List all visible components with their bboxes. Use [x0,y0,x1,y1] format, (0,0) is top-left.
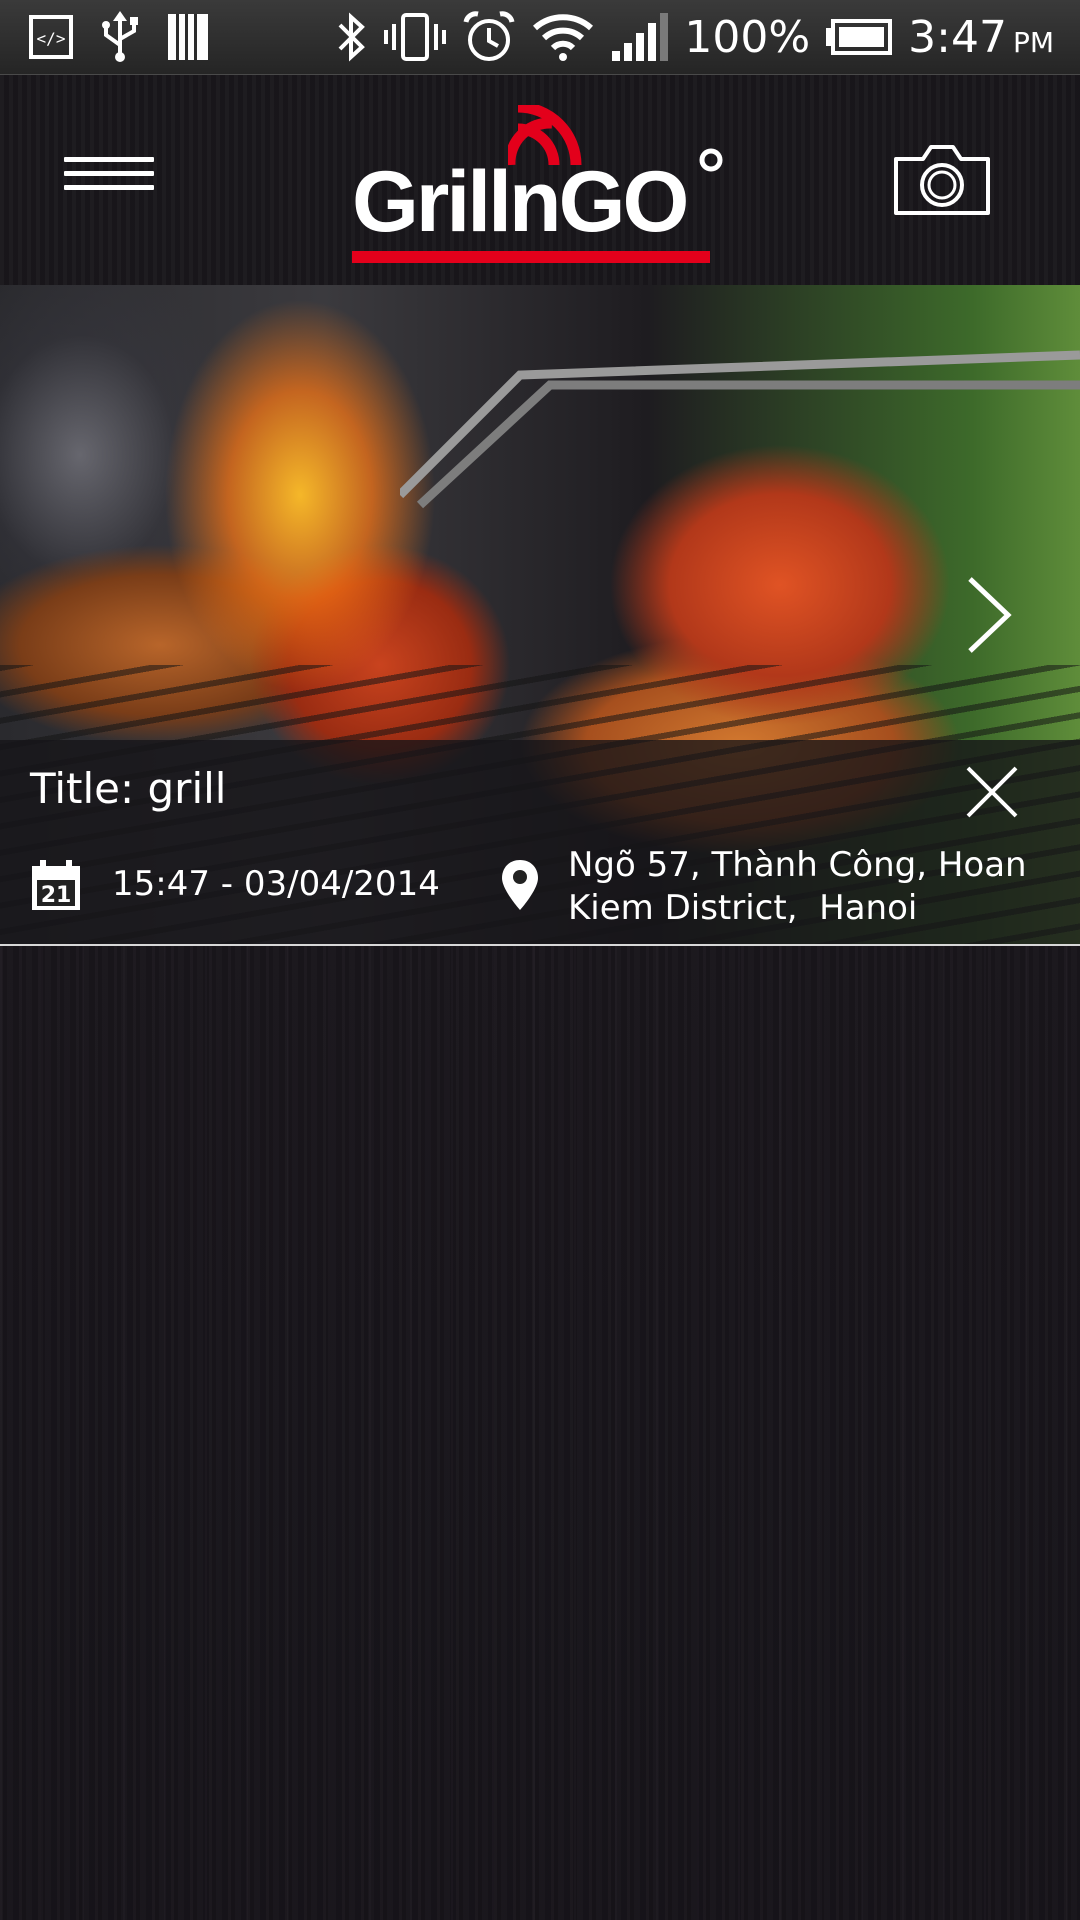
post-info-panel: Title: grill 21 15:47 - 03/04/2014 Ngõ 5… [0,740,1080,946]
logo-text: GrillnGO [352,154,689,250]
app-screen: </> 100% 3:47 PM GrillnGO Title: grill 2… [0,0,1080,1920]
post-address: Ngõ 57, Thành Công, Hoan Kiem District, … [568,844,1028,930]
logo-degree-mark [699,148,723,172]
alarm-icon [462,10,516,64]
clock-ampm: PM [1012,25,1054,59]
app-logo: GrillnGO [352,105,732,267]
address-line-1: Ngõ 57, Thành Công, Hoan [568,845,1027,885]
calendar-icon: 21 [32,860,80,910]
clock-time: 3:47 [908,11,1007,63]
camera-icon [894,145,990,215]
battery-percent: 100% [684,11,811,63]
app-header: GrillnGO [0,75,1080,285]
post-title: Title: grill [30,764,227,813]
svg-text:</>: </> [37,29,66,48]
usb-icon [98,11,142,63]
logo-underline [352,251,710,263]
menu-icon [64,157,154,190]
status-bar: </> 100% 3:47 PM [0,0,1080,75]
storage-icon [166,12,210,62]
close-icon[interactable] [964,764,1020,820]
wifi-icon [532,12,594,62]
chevron-right-icon[interactable] [966,575,1012,655]
menu-button[interactable] [64,157,154,197]
clock: 3:47 PM [908,12,1054,63]
camera-button[interactable] [893,141,991,217]
debug-icon: </> [28,14,74,60]
post-datetime: 15:47 - 03/04/2014 [112,864,440,904]
tongs-shape [400,350,1080,509]
address-line-2: Kiem District, Hanoi [568,888,918,928]
signal-icon [610,13,669,61]
location-pin-icon [502,860,538,910]
vibrate-icon [384,12,447,62]
bluetooth-icon [334,11,368,63]
calendar-day: 21 [41,883,72,908]
battery-icon [826,19,893,55]
